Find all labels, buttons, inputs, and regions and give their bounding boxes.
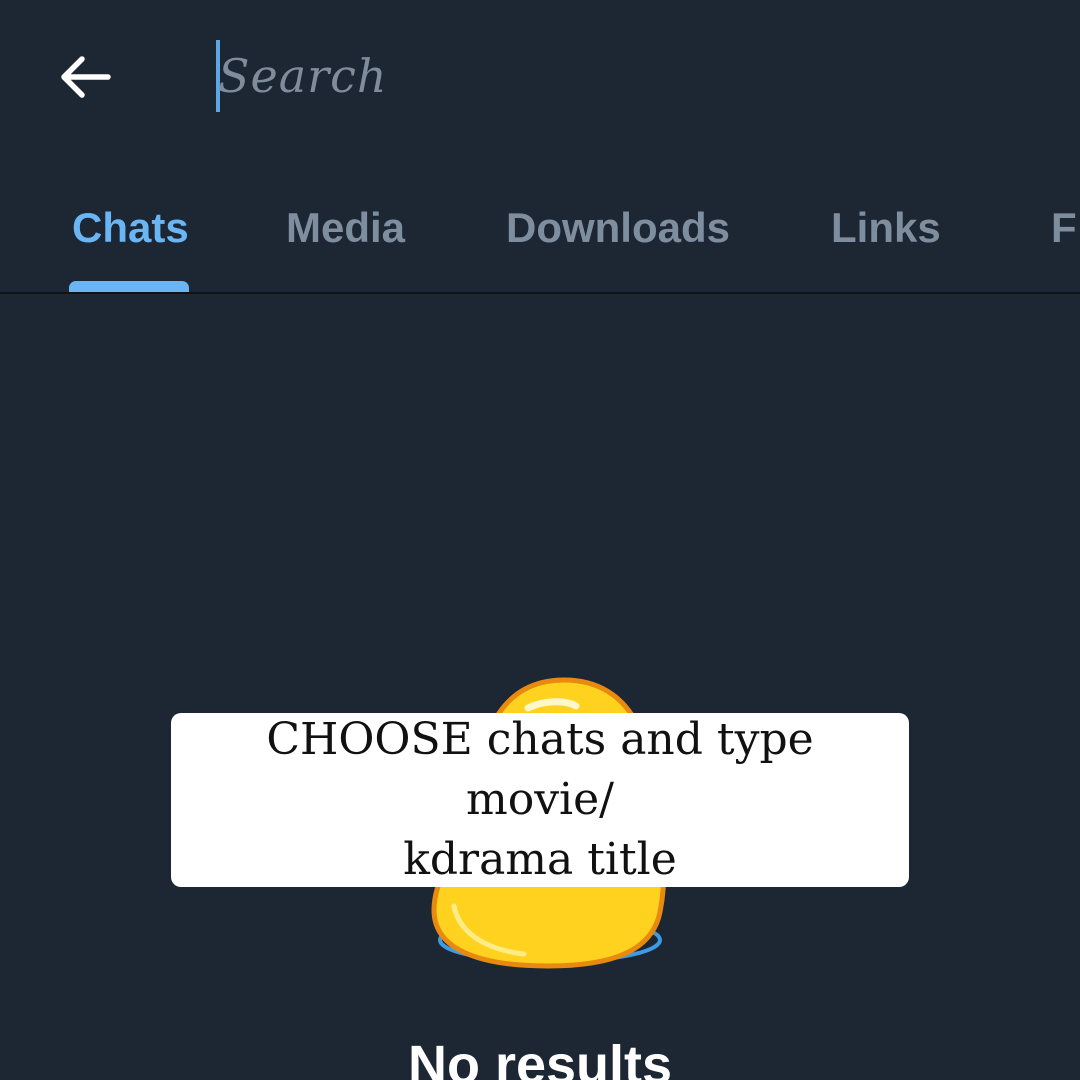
- instruction-overlay: CHOOSE chats and type movie/ kdrama titl…: [171, 713, 909, 887]
- tab-downloads[interactable]: Downloads: [506, 198, 730, 260]
- tab-chats[interactable]: Chats: [72, 198, 189, 260]
- instruction-line-2: kdrama title: [403, 834, 677, 885]
- search-screen: Search Chats Media Downloads Links F CHO…: [0, 0, 1080, 1080]
- tab-divider: [0, 292, 1080, 294]
- search-input[interactable]: Search: [216, 40, 1036, 112]
- arrow-left-icon: [61, 56, 111, 98]
- back-button[interactable]: [40, 36, 128, 118]
- instruction-text: CHOOSE chats and type movie/ kdrama titl…: [197, 710, 883, 890]
- tab-files[interactable]: F: [1051, 198, 1077, 260]
- no-results-message: No results: [407, 1035, 673, 1080]
- search-placeholder: Search: [218, 49, 388, 103]
- instruction-line-1: CHOOSE chats and type movie/: [266, 714, 814, 825]
- tab-links[interactable]: Links: [831, 198, 941, 260]
- tab-media[interactable]: Media: [286, 198, 405, 260]
